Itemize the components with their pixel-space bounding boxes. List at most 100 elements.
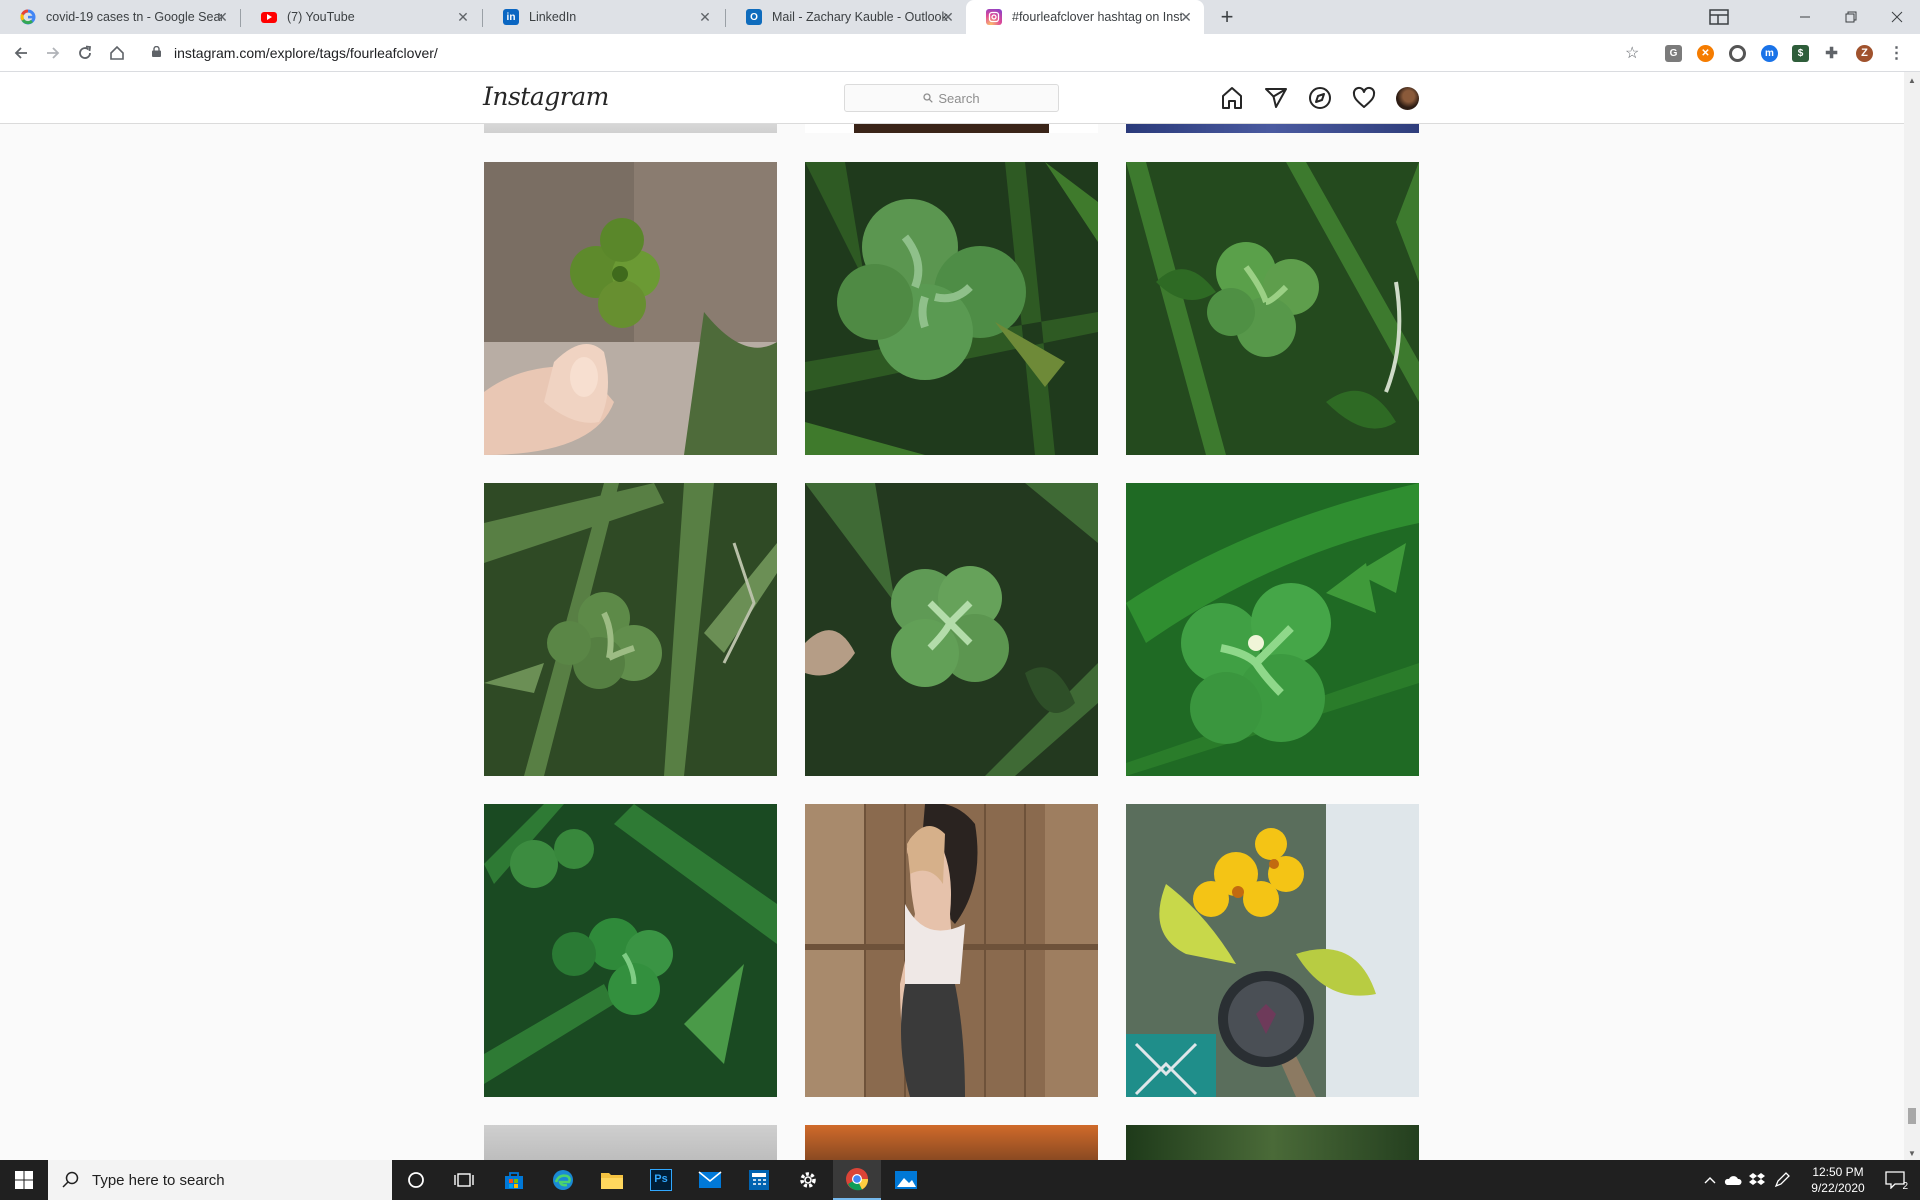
- windows-start-icon[interactable]: [0, 1160, 48, 1200]
- activity-heart-icon[interactable]: [1352, 86, 1376, 110]
- close-tab-icon[interactable]: ✕: [697, 9, 713, 25]
- tab-title: LinkedIn: [529, 10, 577, 24]
- explore-icon[interactable]: [1308, 86, 1332, 110]
- restore-icon[interactable]: [1828, 0, 1874, 34]
- search-placeholder: Search: [938, 90, 980, 106]
- instagram-search-input[interactable]: Search: [844, 84, 1059, 112]
- file-explorer-icon[interactable]: [588, 1160, 636, 1200]
- taskbar-search-placeholder: Type here to search: [92, 1171, 225, 1189]
- back-icon[interactable]: [10, 42, 32, 64]
- chrome-menu-icon[interactable]: ⋮: [1888, 45, 1905, 62]
- instagram-header: Instagram Search: [0, 72, 1904, 124]
- reload-icon[interactable]: [74, 42, 96, 64]
- action-center-icon[interactable]: 2: [1878, 1160, 1912, 1200]
- clover-patch-image: [484, 804, 777, 1097]
- blue-extension-icon[interactable]: m: [1761, 45, 1778, 62]
- post-thumbnail[interactable]: [484, 804, 777, 1097]
- youtube-icon: [261, 11, 277, 23]
- search-icon: [62, 1171, 79, 1188]
- profile-avatar[interactable]: [1396, 87, 1419, 110]
- scroll-down-icon[interactable]: ▼: [1908, 1149, 1916, 1158]
- browser-toolbar: instagram.com/explore/tags/fourleafclove…: [0, 34, 1920, 72]
- page-scrollbar[interactable]: ▲ ▼: [1904, 72, 1920, 1160]
- circle-extension-icon[interactable]: [1729, 45, 1746, 62]
- browser-tab-strip: covid-19 cases tn - Google Search ✕ (7) …: [0, 0, 1920, 34]
- clover-with-leaf-image: [805, 483, 1098, 776]
- hashtag-post-grid: [0, 124, 1904, 1160]
- instagram-icon: [986, 9, 1002, 25]
- post-thumbnail[interactable]: [484, 162, 777, 455]
- chrome-taskbar-icon[interactable]: [833, 1160, 881, 1200]
- task-view-icon[interactable]: [440, 1160, 488, 1200]
- profile-avatar-icon[interactable]: Z: [1856, 45, 1873, 62]
- notification-count: 2: [1902, 1181, 1908, 1192]
- post-thumbnail-partial[interactable]: [1126, 124, 1419, 133]
- calculator-app-icon[interactable]: [735, 1160, 783, 1200]
- address-bar[interactable]: instagram.com/explore/tags/fourleafclove…: [140, 38, 1700, 68]
- tab-title: Mail - Zachary Kauble - Outlook: [772, 10, 948, 24]
- photos-app-icon[interactable]: [882, 1160, 930, 1200]
- tab-google-search[interactable]: covid-19 cases tn - Google Search ✕: [0, 0, 240, 34]
- hand-holding-clover-image: [484, 162, 777, 455]
- tab-title: (7) YouTube: [287, 10, 355, 24]
- show-hidden-icons-icon[interactable]: [1700, 1160, 1720, 1200]
- home-page-icon[interactable]: [106, 42, 128, 64]
- tab-search-icon[interactable]: [1696, 0, 1742, 34]
- tab-instagram[interactable]: #fourleafclover hashtag on Instagram ✕: [966, 0, 1204, 34]
- cortana-icon[interactable]: [392, 1160, 440, 1200]
- minimize-icon[interactable]: [1782, 0, 1828, 34]
- direct-icon[interactable]: [1264, 86, 1288, 110]
- girl-with-horse-image: [805, 804, 1098, 1097]
- scroll-up-icon[interactable]: ▲: [1908, 76, 1916, 85]
- tab-outlook[interactable]: O Mail - Zachary Kauble - Outlook ✕: [726, 0, 966, 34]
- post-thumbnail[interactable]: [1126, 162, 1419, 455]
- clock-time: 12:50 PM: [1812, 1165, 1864, 1179]
- close-tab-icon[interactable]: ✕: [214, 9, 230, 25]
- honey-extension-icon[interactable]: ✕: [1697, 45, 1714, 62]
- pen-workspace-icon[interactable]: [1770, 1160, 1794, 1200]
- instagram-logo[interactable]: Instagram: [483, 82, 609, 111]
- clock-date: 9/22/2020: [1811, 1181, 1865, 1195]
- post-thumbnail-partial[interactable]: [805, 124, 1098, 133]
- tab-linkedin[interactable]: in LinkedIn ✕: [483, 0, 723, 34]
- settings-gear-icon[interactable]: [784, 1160, 832, 1200]
- post-thumbnail[interactable]: [1126, 804, 1419, 1097]
- green-extension-icon[interactable]: $: [1792, 45, 1809, 62]
- close-window-icon[interactable]: [1874, 0, 1920, 34]
- mail-icon[interactable]: [686, 1160, 734, 1200]
- tab-youtube[interactable]: (7) YouTube ✕: [241, 0, 481, 34]
- post-thumbnail-partial[interactable]: [1126, 1125, 1419, 1160]
- scrollbar-thumb[interactable]: [1908, 1108, 1916, 1124]
- close-tab-icon[interactable]: ✕: [940, 9, 956, 25]
- clover-in-grass-image: [484, 483, 777, 776]
- home-icon[interactable]: [1220, 86, 1244, 110]
- new-tab-button[interactable]: +: [1214, 4, 1240, 30]
- extensions-puzzle-icon[interactable]: ✚: [1823, 45, 1840, 62]
- post-thumbnail-partial[interactable]: [805, 1125, 1098, 1160]
- yellow-flowers-potted-clover-image: [1126, 804, 1419, 1097]
- linkedin-icon: in: [503, 9, 519, 25]
- grammarly-extension-icon[interactable]: G: [1665, 45, 1682, 62]
- dropbox-icon[interactable]: [1746, 1160, 1768, 1200]
- post-thumbnail-partial[interactable]: [484, 1125, 777, 1160]
- clover-close-up-image: [1126, 483, 1419, 776]
- forward-icon[interactable]: [42, 42, 64, 64]
- close-tab-icon[interactable]: ✕: [1178, 9, 1194, 25]
- post-thumbnail[interactable]: [805, 804, 1098, 1097]
- taskbar-clock[interactable]: 12:50 PM 9/22/2020: [1796, 1164, 1880, 1196]
- photoshop-icon[interactable]: Ps: [637, 1160, 685, 1200]
- bookmark-star-icon[interactable]: ☆: [1625, 43, 1639, 63]
- post-thumbnail[interactable]: [805, 162, 1098, 455]
- onedrive-icon[interactable]: [1722, 1160, 1744, 1200]
- post-thumbnail[interactable]: [1126, 483, 1419, 776]
- post-thumbnail[interactable]: [805, 483, 1098, 776]
- lock-icon: [152, 46, 161, 57]
- edge-icon[interactable]: [539, 1160, 587, 1200]
- store-icon[interactable]: [490, 1160, 538, 1200]
- clover-in-grass-image: [805, 162, 1098, 455]
- taskbar-search-input[interactable]: Type here to search: [48, 1160, 392, 1200]
- close-tab-icon[interactable]: ✕: [455, 9, 471, 25]
- post-thumbnail-partial[interactable]: [484, 124, 777, 133]
- url-text: instagram.com/explore/tags/fourleafclove…: [174, 45, 438, 61]
- post-thumbnail[interactable]: [484, 483, 777, 776]
